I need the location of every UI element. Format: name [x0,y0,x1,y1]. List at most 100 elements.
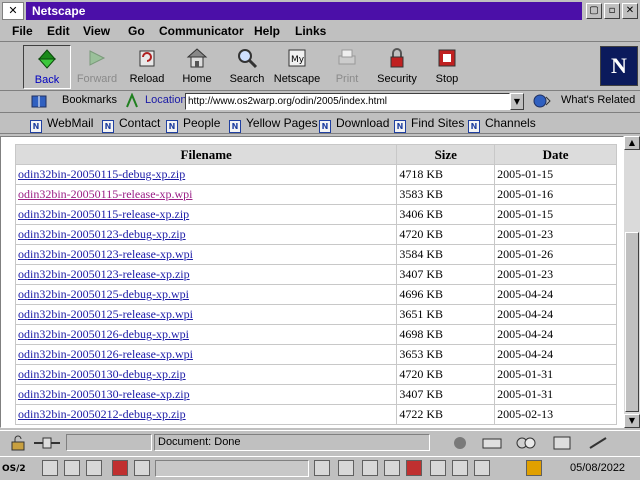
program-icon[interactable] [384,460,400,476]
file-link[interactable]: odin32bin-20050123-debug-xp.zip [18,227,186,241]
address-book-component-icon[interactable] [550,435,574,451]
system-menu-icon[interactable]: ✕ [2,2,24,20]
forward-button[interactable]: Forward [73,45,121,89]
bookmark-people[interactable]: N People [166,116,221,133]
bookmark-icon: N [229,120,241,133]
table-row: odin32bin-20050123-debug-xp.zip 4720 KB 20… [14,224,617,245]
filename-cell: odin32bin-20050126-debug-xp.wpi [14,324,398,345]
page-proxy-icon[interactable] [124,93,140,109]
file-link[interactable]: odin32bin-20050123-release-xp.zip [18,267,190,281]
file-link[interactable]: odin32bin-20050130-release-xp.zip [18,387,190,401]
bookmark-yellow-pages[interactable]: N Yellow Pages [229,116,318,133]
reload-button[interactable]: Reload [123,45,171,89]
folder-icon[interactable] [362,460,378,476]
power-plug-icon[interactable] [134,460,150,476]
padlock-icon [390,48,404,68]
file-link[interactable]: odin32bin-20050212-debug-xp.zip [18,407,186,421]
size-cell: 4698 KB [396,324,496,345]
shutdown-icon[interactable] [112,460,128,476]
desktop-icon[interactable] [42,460,58,476]
navigation-toolbar: Back Forward Reload Home Search My Netsc… [0,43,640,91]
tray-icon[interactable] [526,460,542,476]
menu-view[interactable]: View [83,24,110,38]
menu-go[interactable]: Go [128,24,145,38]
scroll-up-button[interactable]: ▲ [624,136,640,150]
keyboard-icon[interactable] [314,460,330,476]
file-link[interactable]: odin32bin-20050126-release-xp.wpi [18,347,193,361]
stop-label: Stop [435,73,459,85]
close-button[interactable]: ✕ [622,3,638,19]
navigator-component-icon[interactable] [448,435,472,451]
maximize-button[interactable]: ▫ [604,3,620,19]
security-lock-icon[interactable] [8,435,28,451]
drive-icon[interactable] [338,460,354,476]
svg-text:My: My [291,55,305,65]
security-button[interactable]: Security [373,45,421,89]
document-icon[interactable] [452,460,468,476]
mail-component-icon[interactable] [480,435,504,451]
netscape-logo[interactable]: N [600,46,638,86]
date-cell: 2005-01-26 [494,244,617,265]
menu-communicator[interactable]: Communicator [159,24,244,38]
scroll-thumb[interactable] [625,232,639,412]
page-content: Filename Size Date odin32bin-20050115-de… [0,136,624,428]
back-button[interactable]: Back [23,45,71,89]
filename-cell: odin32bin-20050126-release-xp.wpi [14,344,398,365]
bookmark-webmail[interactable]: N WebMail [30,116,94,133]
lock-icon[interactable] [64,460,80,476]
search-button[interactable]: Search [223,45,271,89]
minimize-button[interactable]: ▢ [586,3,602,19]
header-size[interactable]: Size [396,144,496,165]
bookmarks-button[interactable]: Bookmarks [62,94,117,106]
menu-links[interactable]: Links [295,24,326,38]
discussions-component-icon[interactable] [514,435,538,451]
cd-icon[interactable] [406,460,422,476]
online-status-icon[interactable] [32,435,62,451]
menu-help[interactable]: Help [254,24,280,38]
personal-toolbar: N WebMail N Contact N People N Yellow Pages … [0,114,640,134]
speaker-icon[interactable] [430,460,446,476]
file-link[interactable]: odin32bin-20050125-release-xp.wpi [18,307,193,321]
table-row: odin32bin-20050125-release-xp.wpi 3651 KB… [14,304,617,325]
menu-edit[interactable]: Edit [47,24,70,38]
settings-icon[interactable] [474,460,490,476]
location-url-input[interactable]: http://www.os2warp.org/odin/2005/index.h… [185,93,510,110]
bookmark-download[interactable]: N Download [319,116,390,133]
file-link[interactable]: odin32bin-20050125-debug-xp.wpi [18,287,189,301]
scroll-down-button[interactable]: ▼ [624,414,640,428]
file-link[interactable]: odin32bin-20050126-debug-xp.wpi [18,327,189,341]
home-button[interactable]: Home [173,45,221,89]
composer-component-icon[interactable] [586,435,610,451]
file-link[interactable]: odin32bin-20050123-release-xp.wpi [18,247,193,261]
bookmark-find-sites[interactable]: N Find Sites [394,116,464,133]
whats-related-button[interactable]: What's Related [561,94,635,106]
table-row: odin32bin-20050123-release-xp.zip 3407 KB… [14,264,617,285]
header-filename[interactable]: Filename [14,144,398,165]
header-date[interactable]: Date [494,144,617,165]
table-row: odin32bin-20050125-debug-xp.wpi 4696 KB 20… [14,284,617,305]
print-button[interactable]: Print [323,45,371,89]
date-cell: 2005-01-15 [494,164,617,185]
bookmark-label: WebMail [47,116,94,130]
vertical-scrollbar[interactable]: ▲ ▼ [624,136,640,428]
url-dropdown-button[interactable]: ▼ [510,93,524,110]
bookmark-channels[interactable]: N Channels [468,116,536,133]
title-bar-fill: Netscape [26,2,582,20]
os2-logo-button[interactable]: OS/2 [2,461,36,477]
file-link[interactable]: odin32bin-20050115-release-xp.zip [18,207,189,221]
size-cell: 3583 KB [396,184,496,205]
file-link[interactable]: odin32bin-20050115-release-xp.wpi [18,187,193,201]
netscape-button[interactable]: My Netscape [273,45,321,89]
size-cell: 4722 KB [396,404,496,425]
menu-file[interactable]: File [12,24,33,38]
stop-button[interactable]: Stop [423,45,471,89]
file-link[interactable]: odin32bin-20050115-debug-xp.zip [18,167,185,181]
bookmark-contact[interactable]: N Contact [102,116,160,133]
filename-cell: odin32bin-20050123-debug-xp.zip [14,224,398,245]
filename-cell: odin32bin-20050130-debug-xp.zip [14,364,398,385]
file-link[interactable]: odin32bin-20050130-debug-xp.zip [18,367,186,381]
taskbar-window-list[interactable] [155,460,309,477]
tool-icon[interactable] [86,460,102,476]
bookmark-label: Download [336,116,390,130]
bookmark-label: People [183,116,221,130]
